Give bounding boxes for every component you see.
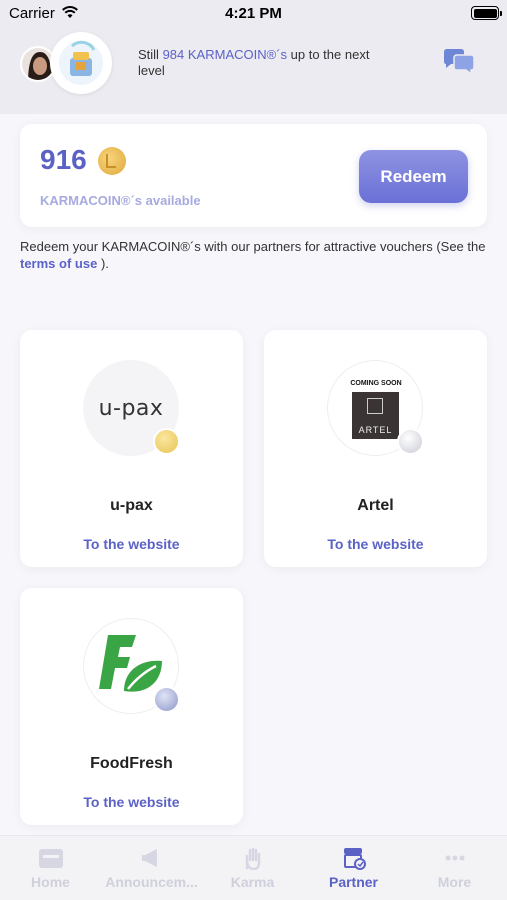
clock: 4:21 PM bbox=[225, 5, 282, 22]
level-avatar[interactable] bbox=[50, 32, 112, 94]
upax-logo-text: u-pax bbox=[98, 396, 164, 421]
partner-website-link[interactable]: To the website bbox=[20, 536, 243, 552]
redeem-info-text: Redeem your KARMACOIN®´s with our partne… bbox=[20, 238, 490, 272]
diamond-badge-icon bbox=[397, 428, 424, 455]
karmacoin-icon bbox=[98, 147, 126, 175]
tab-announcements[interactable]: Announcem... bbox=[101, 836, 202, 900]
tab-karma-label: Karma bbox=[230, 874, 275, 890]
partner-card-upax[interactable]: u-pax u-pax To the website bbox=[20, 330, 243, 567]
balance-card: 916 KARMACOIN®´s available Redeem bbox=[20, 124, 487, 227]
silver-badge-icon bbox=[153, 686, 180, 713]
tab-karma[interactable]: Karma bbox=[202, 836, 303, 900]
megaphone-icon bbox=[142, 849, 157, 867]
artel-logo-box: ARTEL bbox=[352, 392, 399, 439]
tab-bar: Home Announcem... Karma Partner More bbox=[0, 835, 507, 900]
level-prefix: Still bbox=[138, 47, 159, 62]
tab-home-label: Home bbox=[31, 874, 70, 890]
tab-more-label: More bbox=[437, 874, 472, 890]
redeem-button[interactable]: Redeem bbox=[359, 150, 468, 203]
partner-name: FoodFresh bbox=[90, 755, 173, 772]
partner-name: u-pax bbox=[110, 497, 153, 514]
chat-icon[interactable] bbox=[442, 48, 476, 76]
partner-website-link[interactable]: To the website bbox=[264, 536, 487, 552]
level-trophy-icon bbox=[59, 40, 103, 85]
artel-logo-text: ARTEL bbox=[358, 425, 393, 435]
header: Still 984 KARMACOIN®´s up to the next le… bbox=[0, 28, 507, 114]
hand-icon bbox=[245, 847, 261, 870]
level-progress-text: Still 984 KARMACOIN®´s up to the next le… bbox=[138, 47, 398, 79]
level-highlight: 984 KARMACOIN®´s bbox=[162, 47, 288, 62]
artel-mark-icon bbox=[367, 398, 383, 414]
tab-partner[interactable]: Partner bbox=[303, 836, 404, 900]
partner-card-artel[interactable]: COMING SOON ARTEL Artel To the website bbox=[264, 330, 487, 567]
tab-home[interactable]: Home bbox=[0, 836, 101, 900]
terms-of-use-link[interactable]: terms of use bbox=[20, 256, 97, 271]
info-text-start: Redeem your KARMACOIN®´s with our partne… bbox=[20, 239, 486, 254]
coming-soon-label: COMING SOON bbox=[350, 380, 402, 387]
partner-website-link[interactable]: To the website bbox=[20, 794, 243, 810]
home-icon bbox=[39, 849, 63, 868]
balance-amount: 916 bbox=[40, 144, 87, 175]
tab-announcements-label: Announcem... bbox=[105, 874, 198, 890]
info-text-end: ). bbox=[100, 256, 109, 271]
status-bar: Carrier 4:21 PM bbox=[0, 0, 507, 28]
partner-name: Artel bbox=[357, 497, 394, 514]
tab-more[interactable]: More bbox=[404, 836, 505, 900]
tab-partner-label: Partner bbox=[328, 874, 379, 890]
partner-icon bbox=[344, 848, 366, 870]
partner-card-foodfresh[interactable]: FoodFresh To the website bbox=[20, 588, 243, 825]
gold-badge-icon bbox=[153, 428, 180, 455]
balance-label: KARMACOIN®´s available bbox=[40, 193, 201, 208]
battery-icon bbox=[471, 6, 502, 20]
more-icon bbox=[445, 855, 465, 861]
